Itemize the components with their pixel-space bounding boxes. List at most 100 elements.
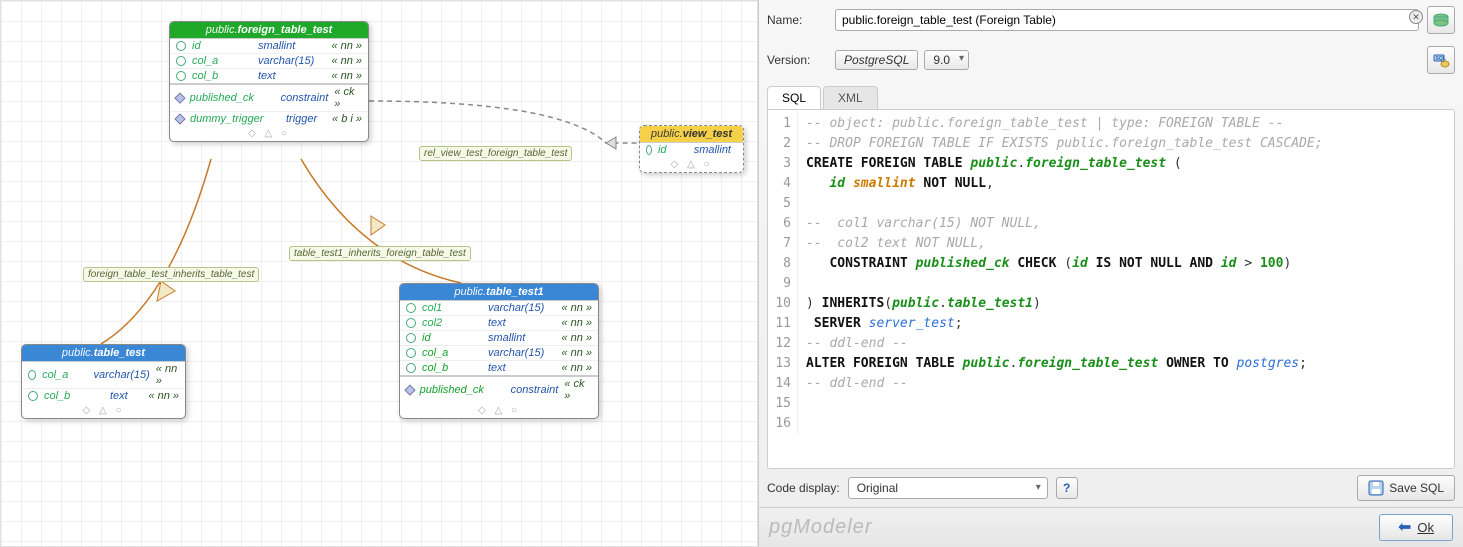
column-icon xyxy=(646,145,652,155)
entity-table_test[interactable]: public.table_testcol_avarchar(15)« nn »c… xyxy=(21,344,186,419)
tab-xml[interactable]: XML xyxy=(823,86,878,109)
constraint-name: dummy_trigger xyxy=(190,113,280,125)
column-name: col_a xyxy=(192,55,252,67)
column-type: text xyxy=(110,390,142,402)
code-line: 12-- ddl-end -- xyxy=(768,334,1454,354)
version-label: Version: xyxy=(767,53,827,67)
entity-footer-icons: ◇ △ ○ xyxy=(170,126,368,141)
code-line: 8 CONSTRAINT published_ck CHECK (id IS N… xyxy=(768,254,1454,274)
column-name: id xyxy=(422,332,482,344)
column-type: smallint xyxy=(258,40,325,52)
brand-logo: pgModeler xyxy=(769,516,873,539)
column-icon xyxy=(28,370,36,380)
sql-editor[interactable]: 1-- object: public.foreign_table_test | … xyxy=(767,109,1455,469)
column-row[interactable]: col_a varchar(15) « nn » xyxy=(400,346,598,361)
code-line: 13ALTER FOREIGN TABLE public.foreign_tab… xyxy=(768,354,1454,374)
ok-button[interactable]: ⬅ Ok xyxy=(1379,514,1453,541)
code-line: 2-- DROP FOREIGN TABLE IF EXISTS public.… xyxy=(768,134,1454,154)
tab-sql[interactable]: SQL xyxy=(767,86,821,109)
column-name: id xyxy=(192,40,252,52)
code-line: 10) INHERITS(public.table_test1) xyxy=(768,294,1454,314)
constraint-icon xyxy=(174,113,185,124)
column-name: col_a xyxy=(42,369,87,381)
column-row[interactable]: col1varchar(15)« nn » xyxy=(400,301,598,316)
constraint-tag: « ck » xyxy=(334,86,362,110)
column-row[interactable]: col_a varchar(15) « nn » xyxy=(22,362,185,389)
constraint-tag: « ck » xyxy=(564,378,592,402)
column-icon xyxy=(176,41,186,51)
clear-icon[interactable]: ✕ xyxy=(1409,10,1423,24)
constraint-row[interactable]: published_ckconstraint« ck » xyxy=(400,377,598,403)
code-line: 16 xyxy=(768,414,1454,434)
constraint-icon xyxy=(174,92,185,103)
column-row[interactable]: col_btext« nn » xyxy=(22,389,185,403)
save-icon xyxy=(1368,480,1384,496)
column-type: text xyxy=(488,317,555,329)
column-type: varchar(15) xyxy=(488,302,555,314)
column-icon xyxy=(406,303,416,313)
entity-table_test1[interactable]: public.table_test1col1varchar(15)« nn »c… xyxy=(399,283,599,419)
code-display-select[interactable]: Original xyxy=(848,477,1048,499)
code-line: 11 SERVER server_test; xyxy=(768,314,1454,334)
name-input[interactable] xyxy=(835,9,1419,31)
entity-foreign_table_test[interactable]: public.foreign_table_testidsmallint« nn … xyxy=(169,21,369,142)
column-icon xyxy=(176,71,186,81)
column-type: smallint xyxy=(694,144,731,156)
code-line: 14-- ddl-end -- xyxy=(768,374,1454,394)
save-sql-button[interactable]: Save SQL xyxy=(1357,475,1455,501)
constraint-row[interactable]: dummy_triggertrigger« b i » xyxy=(170,112,368,126)
column-tag: « nn » xyxy=(561,347,592,359)
column-row[interactable]: col_b text « nn » xyxy=(170,69,368,83)
constraint-icon xyxy=(404,384,415,395)
code-line: 7-- col2 text NOT NULL, xyxy=(768,234,1454,254)
column-icon xyxy=(28,391,38,401)
help-icon[interactable]: ? xyxy=(1056,477,1078,499)
code-line: 1-- object: public.foreign_table_test | … xyxy=(768,114,1454,134)
column-row[interactable]: id smallint xyxy=(640,143,743,157)
relationship-label[interactable]: table_test1_inherits_foreign_table_test xyxy=(289,246,471,261)
column-name: id xyxy=(658,144,688,156)
column-name: col_b xyxy=(192,70,252,82)
column-type: varchar(15) xyxy=(94,369,150,381)
column-type: text xyxy=(258,70,325,82)
column-icon xyxy=(406,318,416,328)
column-type: smallint xyxy=(488,332,555,344)
code-line: 9 xyxy=(768,274,1454,294)
column-name: col_a xyxy=(422,347,482,359)
column-tag: « nn » xyxy=(561,317,592,329)
reload-sql-icon[interactable] xyxy=(1427,6,1455,34)
column-icon xyxy=(406,333,416,343)
code-line: 3CREATE FOREIGN TABLE public.foreign_tab… xyxy=(768,154,1454,174)
sql-export-icon[interactable]: SQL xyxy=(1427,46,1455,74)
column-row[interactable]: col2 text « nn » xyxy=(400,316,598,331)
name-label: Name: xyxy=(767,13,827,27)
column-row[interactable]: idsmallint« nn » xyxy=(400,331,598,346)
column-icon xyxy=(406,348,416,358)
relationship-label[interactable]: rel_view_test_foreign_table_test xyxy=(419,146,572,161)
column-type: text xyxy=(488,362,555,374)
column-tag: « nn » xyxy=(156,363,179,387)
column-row[interactable]: col_avarchar(15)« nn » xyxy=(170,54,368,69)
column-name: col2 xyxy=(422,317,482,329)
code-line: 4 id smallint NOT NULL, xyxy=(768,174,1454,194)
save-sql-label: Save SQL xyxy=(1389,481,1444,495)
entity-view_test[interactable]: public.view_testidsmallint◇ △ ○ xyxy=(639,125,744,173)
ok-label: Ok xyxy=(1417,520,1434,535)
column-name: col_b xyxy=(422,362,482,374)
constraint-row[interactable]: published_ckconstraint« ck » xyxy=(170,85,368,112)
diagram-canvas[interactable]: public.foreign_table_testidsmallint« nn … xyxy=(0,0,758,547)
version-select[interactable]: 9.0 xyxy=(924,50,969,70)
column-icon xyxy=(176,56,186,66)
column-tag: « nn » xyxy=(561,362,592,374)
constraint-type: constraint xyxy=(511,384,559,396)
relationship-label[interactable]: foreign_table_test_inherits_table_test xyxy=(83,267,259,282)
entity-footer-icons: ◇ △ ○ xyxy=(400,403,598,418)
column-type: varchar(15) xyxy=(488,347,555,359)
source-panel: Name: ✕ Version: PostgreSQL 9.0 SQL SQL … xyxy=(758,0,1463,547)
column-type: varchar(15) xyxy=(258,55,325,67)
column-row[interactable]: idsmallint« nn » xyxy=(170,39,368,54)
column-tag: « nn » xyxy=(331,70,362,82)
column-row[interactable]: col_b text « nn » xyxy=(400,361,598,375)
engine-display: PostgreSQL xyxy=(835,50,918,70)
code-line: 6-- col1 varchar(15) NOT NULL, xyxy=(768,214,1454,234)
